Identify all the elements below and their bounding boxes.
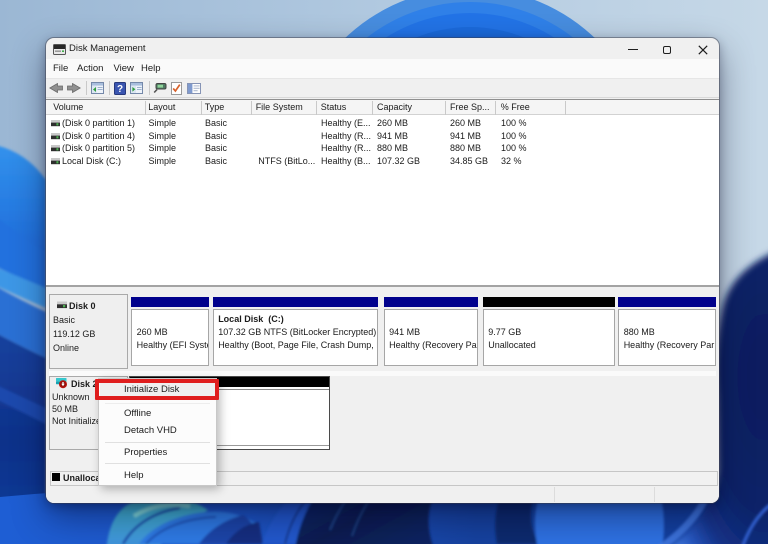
svg-text:?: ? <box>117 84 123 95</box>
